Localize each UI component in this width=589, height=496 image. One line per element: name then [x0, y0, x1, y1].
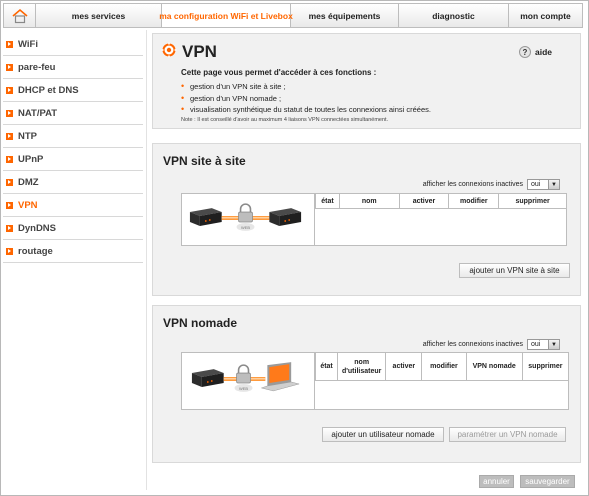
save-button[interactable]: sauvegarder: [520, 475, 575, 488]
arrow-bullet-icon: [6, 63, 13, 71]
configure-nomade-vpn-button[interactable]: paramétrer un VPN nomade: [449, 427, 566, 442]
lock-icon: [238, 203, 253, 223]
section-title: VPN site à site: [163, 154, 246, 168]
arrow-bullet-icon: [6, 40, 13, 48]
column-header-nom-utilisateur: nom d'utilisateur: [337, 352, 387, 381]
tab-mon-compte[interactable]: mon compte: [509, 4, 582, 27]
filter-label: afficher les connexions inactives: [422, 341, 523, 348]
chevron-down-icon: ▼: [548, 180, 559, 189]
page-title: VPN: [182, 42, 217, 61]
router-icon: [269, 208, 302, 226]
table-header-row: état nom activer modifier supprimer: [315, 193, 567, 209]
sidebar-item-dmz[interactable]: DMZ: [3, 171, 143, 194]
intro-panel: VPN ? aide Cette page vous permet d'accé…: [152, 33, 581, 129]
site-to-site-diagram: WEB: [189, 194, 315, 245]
sidebar-item-label: VPN: [18, 199, 38, 211]
list-item: gestion d'un VPN site à site ;: [181, 81, 431, 93]
gear-icon: [161, 42, 177, 58]
list-item: gestion d'un VPN nomade ;: [181, 93, 431, 105]
sidebar-item-upnp[interactable]: UPnP: [3, 148, 143, 171]
column-header-vpn-nomade: VPN nomade: [465, 352, 523, 381]
column-header-etat: état: [315, 193, 340, 209]
tab-mes-equipements[interactable]: mes équipements: [291, 4, 399, 27]
arrow-bullet-icon: [6, 201, 13, 209]
nomade-diagram: WEB: [191, 353, 315, 409]
intro-note: Note : Il est conseillé d'avoir au maxim…: [181, 117, 389, 123]
vpn-site-to-site-section: VPN site à site afficher les connexions …: [152, 143, 581, 296]
inactive-connections-select[interactable]: oui ▼: [527, 339, 560, 350]
laptop-icon: [260, 362, 301, 392]
column-header-supprimer: supprimer: [498, 193, 567, 209]
column-header-etat: état: [314, 352, 339, 381]
chevron-down-icon: ▼: [548, 340, 559, 349]
site-to-site-table: état nom activer modifier supprimer: [315, 193, 567, 209]
sidebar-item-label: pare-feu: [18, 61, 56, 73]
cancel-button[interactable]: annuler: [479, 475, 514, 488]
table-header-row: état nom d'utilisateur activer modifier …: [314, 352, 570, 381]
sidebar-item-nat-pat[interactable]: NAT/PAT: [3, 102, 143, 125]
site-to-site-table-box: WEB état nom activer modifier supprimer: [181, 193, 567, 246]
top-navigation: mes services ma configuration WiFi et Li…: [3, 3, 583, 28]
router-icon: [191, 369, 224, 387]
tab-mes-services[interactable]: mes services: [36, 4, 162, 27]
inactive-connections-select[interactable]: oui ▼: [527, 179, 560, 190]
column-header-modifier: modifier: [448, 193, 500, 209]
arrow-bullet-icon: [6, 247, 13, 255]
section-title: VPN nomade: [163, 316, 238, 330]
arrow-bullet-icon: [6, 132, 13, 140]
nomade-table-box: WEB état nom d'utilisateur activer modif…: [181, 352, 570, 410]
sidebar-item-ntp[interactable]: NTP: [3, 125, 143, 148]
column-header-nom: nom: [338, 193, 400, 209]
sidebar-divider: [146, 30, 147, 490]
intro-list: gestion d'un VPN site à site ; gestion d…: [181, 81, 431, 116]
arrow-bullet-icon: [6, 86, 13, 94]
sidebar-item-vpn[interactable]: VPN: [3, 194, 143, 217]
column-header-modifier: modifier: [421, 352, 467, 381]
tab-diagnostic[interactable]: diagnostic: [399, 4, 509, 27]
add-site-to-site-button[interactable]: ajouter un VPN site à site: [459, 263, 570, 278]
list-item: visualisation synthétique du statut de t…: [181, 104, 431, 116]
column-header-supprimer: supprimer: [521, 352, 570, 381]
router-icon: [189, 208, 222, 226]
lock-icon: [236, 364, 251, 384]
sidebar-item-dhcp-dns[interactable]: DHCP et DNS: [3, 79, 143, 102]
select-value: oui: [531, 341, 541, 348]
help-label: aide: [534, 47, 552, 57]
arrow-bullet-icon: [6, 155, 13, 163]
svg-text:WEB: WEB: [241, 225, 250, 230]
nomade-table: état nom d'utilisateur activer modifier …: [314, 352, 570, 381]
sidebar-item-dyndns[interactable]: DynDNS: [3, 217, 143, 240]
sidebar-item-wifi[interactable]: WiFi: [3, 33, 143, 56]
arrow-bullet-icon: [6, 109, 13, 117]
select-value: oui: [531, 181, 541, 188]
sidebar-item-label: routage: [18, 245, 53, 257]
sidebar-item-label: DMZ: [18, 176, 39, 188]
sidebar-item-pare-feu[interactable]: pare-feu: [3, 56, 143, 79]
column-header-activer: activer: [385, 352, 423, 381]
sidebar-item-label: WiFi: [18, 38, 38, 50]
sidebar-item-label: NTP: [18, 130, 37, 142]
filter-label: afficher les connexions inactives: [422, 181, 523, 188]
sidebar-item-label: DynDNS: [18, 222, 57, 234]
vpn-nomade-section: VPN nomade afficher les connexions inact…: [152, 305, 581, 463]
sidebar-item-label: DHCP et DNS: [18, 84, 79, 96]
inactive-filter: afficher les connexions inactives oui ▼: [423, 339, 560, 350]
home-icon: [11, 8, 28, 23]
home-button[interactable]: [4, 4, 36, 27]
add-nomade-user-button[interactable]: ajouter un utilisateur nomade: [322, 427, 444, 442]
sidebar-item-label: UPnP: [18, 153, 44, 165]
intro-heading: Cette page vous permet d'accéder à ces f…: [181, 68, 377, 77]
arrow-bullet-icon: [6, 178, 13, 186]
arrow-bullet-icon: [6, 224, 13, 232]
column-header-activer: activer: [398, 193, 450, 209]
help-link[interactable]: ? aide: [518, 46, 552, 58]
inactive-filter: afficher les connexions inactives oui ▼: [423, 179, 560, 190]
sidebar-item-label: NAT/PAT: [18, 107, 58, 119]
sidebar-item-routage[interactable]: routage: [3, 240, 143, 263]
sidebar: WiFi pare-feu DHCP et DNS NAT/PAT NTP UP…: [3, 33, 143, 263]
tab-ma-configuration[interactable]: ma configuration WiFi et Livebox: [159, 4, 293, 27]
svg-text:WEB: WEB: [239, 386, 248, 391]
question-mark-icon: ?: [518, 46, 531, 58]
